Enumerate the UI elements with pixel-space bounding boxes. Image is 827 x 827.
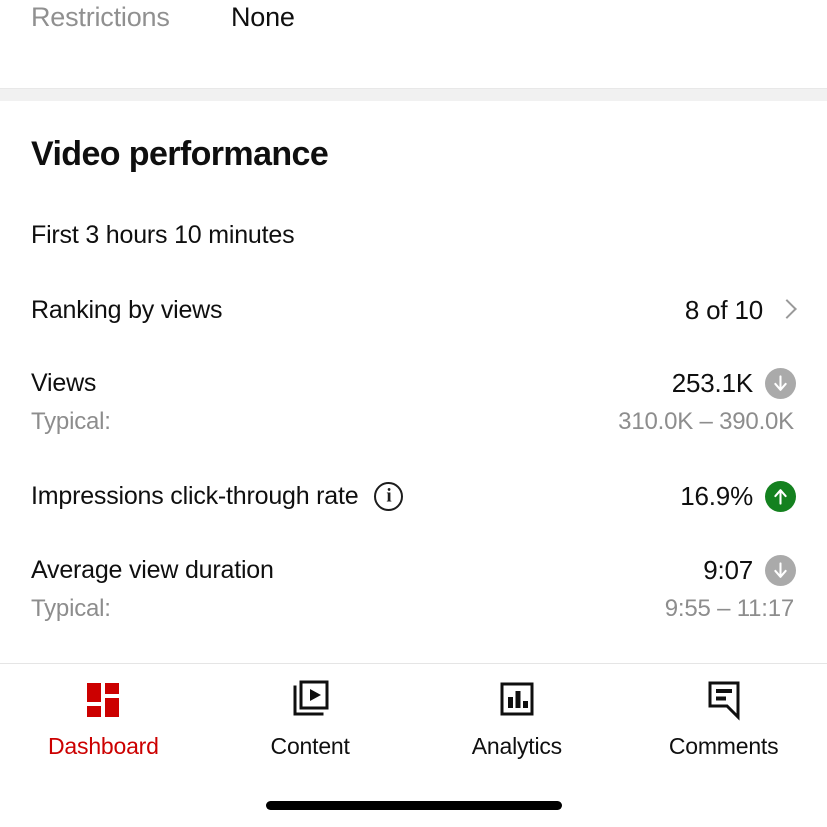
metric-label: Views — [31, 368, 97, 397]
info-icon-glyph: i — [386, 485, 392, 507]
info-icon[interactable]: i — [374, 482, 404, 511]
typical-label: Typical: — [31, 595, 111, 622]
home-indicator — [265, 801, 562, 810]
nav-label: Dashboard — [48, 733, 159, 759]
bar-chart-icon — [494, 676, 540, 722]
nav-label: Comments — [668, 733, 779, 759]
restrictions-row: Restrictions None — [0, 0, 827, 88]
metric-value: 8 of 10 — [684, 294, 763, 325]
youtube-studio-mobile-screen: Restrictions None Video performance Firs… — [0, 0, 827, 827]
page-title: Video performance — [31, 135, 329, 173]
metric-label: Impressions click-through rate — [31, 481, 359, 510]
metric-value: 253.1K — [671, 367, 753, 398]
dashboard-grid-icon — [80, 676, 126, 722]
nav-item-content[interactable]: Content — [207, 676, 414, 760]
nav-label: Analytics — [471, 733, 562, 759]
chevron-right-icon[interactable] — [779, 298, 792, 322]
comment-bubble-icon — [701, 676, 747, 722]
nav-label: Content — [270, 733, 350, 759]
restrictions-label: Restrictions — [31, 2, 170, 32]
metric-label: Average view duration — [31, 555, 274, 584]
trend-down-icon — [765, 554, 796, 586]
typical-range: 9:55 – 11:17 — [664, 595, 794, 622]
typical-label: Typical: — [31, 408, 111, 435]
section-divider — [0, 88, 827, 101]
nav-item-analytics[interactable]: Analytics — [414, 676, 621, 760]
metric-row-ranking-by-views[interactable]: Ranking by views 8 of 10 — [31, 291, 796, 329]
video-performance-card: Video performance First 3 hours 10 minut… — [0, 101, 827, 663]
trend-up-icon — [765, 480, 796, 512]
typical-range: 310.0K – 390.0K — [618, 408, 794, 435]
nav-item-comments[interactable]: Comments — [620, 676, 827, 760]
nav-item-dashboard[interactable]: Dashboard — [0, 676, 207, 760]
metric-value: 16.9% — [680, 480, 753, 511]
metric-row-average-view-duration[interactable]: Average view duration 9:07 Typical: 9:55… — [31, 551, 796, 624]
metric-row-impressions-ctr[interactable]: Impressions click-through rate i 16.9% — [31, 477, 796, 515]
metric-row-views[interactable]: Views 253.1K Typical: 310.0K – 390.0K — [31, 364, 796, 437]
performance-timeframe: First 3 hours 10 minutes — [31, 221, 295, 249]
restrictions-value: None — [231, 2, 295, 32]
video-stack-icon — [287, 676, 333, 722]
metric-label: Ranking by views — [31, 295, 223, 324]
bottom-navigation-bar: Dashboard Content Analytics Comments — [0, 663, 827, 827]
metric-value: 9:07 — [703, 554, 753, 585]
trend-down-icon — [765, 367, 796, 399]
